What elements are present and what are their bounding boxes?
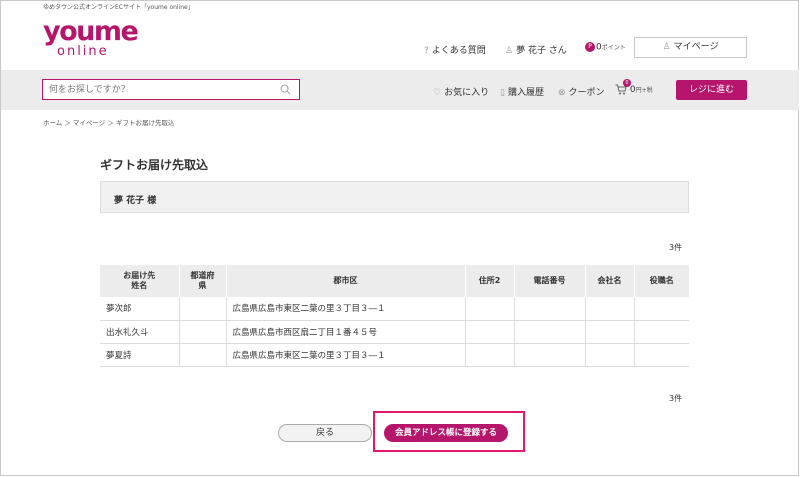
cell-recipient-name: 夢夏詩 xyxy=(100,343,180,367)
logo-text-bottom: online xyxy=(57,44,109,59)
header-recipient-name: お届け先 姓名 xyxy=(100,265,180,297)
youme-online-logo[interactable]: youme online xyxy=(43,17,153,61)
mypage-button[interactable]: ♙ マイページ xyxy=(634,37,747,58)
favorites-label: お気に入り xyxy=(444,88,490,98)
cell-phone xyxy=(514,320,586,344)
cell-position xyxy=(634,297,689,321)
user-name: 夢 花子 さん xyxy=(516,46,567,56)
table-header-row: お届け先 姓名 都道府県 郡市区 住所2 電話番号 会社名 役職名 xyxy=(100,265,689,297)
points-display[interactable]: P 0ポイント xyxy=(585,42,626,53)
cell-prefecture xyxy=(179,297,227,321)
faq-link[interactable]: ? よくある質問 xyxy=(424,43,486,56)
table-row: 夢次郎 広島県広島市東区二葉の里３丁目３―１ xyxy=(100,297,689,321)
header-city: 郡市区 xyxy=(226,265,466,297)
mypage-label: マイページ xyxy=(673,42,719,52)
favorites-link[interactable]: ♡ お気に入り xyxy=(433,85,489,98)
points-unit: ポイント xyxy=(601,44,626,52)
cell-position xyxy=(634,320,689,344)
cell-prefecture xyxy=(179,343,227,367)
checkout-button[interactable]: レジに進む xyxy=(676,80,747,100)
cart-link[interactable]: 0円+税 xyxy=(615,84,653,95)
heart-icon: ♡ xyxy=(433,88,442,98)
cell-company xyxy=(585,320,635,344)
cart-count-badge: 0 xyxy=(623,79,631,87)
cell-position xyxy=(634,343,689,367)
coupon-link[interactable]: ⊗ クーポン xyxy=(558,85,605,98)
search-input[interactable] xyxy=(49,80,274,99)
cell-address2 xyxy=(465,320,515,344)
cart-unit: 円+税 xyxy=(635,87,653,94)
coupon-icon: ⊗ xyxy=(558,88,566,98)
cell-recipient-name: 夢次郎 xyxy=(100,297,180,321)
header-position: 役職名 xyxy=(634,265,689,297)
cell-city: 広島県広島市東区二葉の里３丁目３―１ xyxy=(226,343,466,367)
result-count-top: 3件 xyxy=(669,243,683,252)
search-icon[interactable] xyxy=(280,84,291,95)
user-icon: ♙ xyxy=(505,46,514,56)
cell-city: 広島県広島市西区扇二丁目１番４５号 xyxy=(226,320,466,344)
cell-prefecture xyxy=(179,320,227,344)
cell-address2 xyxy=(465,297,515,321)
history-label: 購入履歴 xyxy=(507,88,544,98)
coupon-label: クーポン xyxy=(568,88,605,98)
cell-recipient-name: 出水礼久斗 xyxy=(100,320,180,344)
points-icon: P xyxy=(585,42,595,52)
search-box[interactable] xyxy=(42,79,300,100)
header-company: 会社名 xyxy=(585,265,635,297)
cell-city: 広島県広島市東区二葉の里３丁目３―１ xyxy=(226,297,466,321)
cell-company xyxy=(585,343,635,367)
header-prefecture: 都道府県 xyxy=(179,265,227,297)
cell-company xyxy=(585,297,635,321)
question-icon: ? xyxy=(424,46,429,56)
customer-name-box: 夢 花子 様 xyxy=(100,181,689,213)
cell-address2 xyxy=(465,343,515,367)
user-name-link[interactable]: ♙ 夢 花子 さん xyxy=(505,43,567,56)
result-count-bottom: 3件 xyxy=(669,394,683,403)
purchase-history-link[interactable]: ▯ 購入履歴 xyxy=(500,85,544,98)
user-icon: ♙ xyxy=(662,42,671,52)
address-table: お届け先 姓名 都道府県 郡市区 住所2 電話番号 会社名 役職名 夢次郎 広島県… xyxy=(100,265,689,367)
faq-label: よくある質問 xyxy=(431,46,486,56)
header-address2: 住所2 xyxy=(465,265,515,297)
receipt-icon: ▯ xyxy=(500,88,505,98)
site-tagline: ゆめタウン公式オンラインECサイト「youme online」 xyxy=(43,4,194,11)
page-title: ギフトお届け先取込 xyxy=(100,158,209,172)
cell-phone xyxy=(514,343,586,367)
header-phone: 電話番号 xyxy=(514,265,586,297)
table-row: 出水礼久斗 広島県広島市西区扇二丁目１番４５号 xyxy=(100,320,689,344)
breadcrumb: ホーム ＞ マイページ ＞ ギフトお届け先取込 xyxy=(43,119,175,127)
cell-phone xyxy=(514,297,586,321)
logo-text-top: youme xyxy=(43,16,139,47)
register-address-book-button[interactable]: 会員アドレス帳に登録する xyxy=(384,424,508,442)
table-row: 夢夏詩 広島県広島市東区二葉の里３丁目３―１ xyxy=(100,343,689,367)
back-button[interactable]: 戻る xyxy=(278,424,372,442)
customer-name: 夢 花子 様 xyxy=(114,196,157,206)
